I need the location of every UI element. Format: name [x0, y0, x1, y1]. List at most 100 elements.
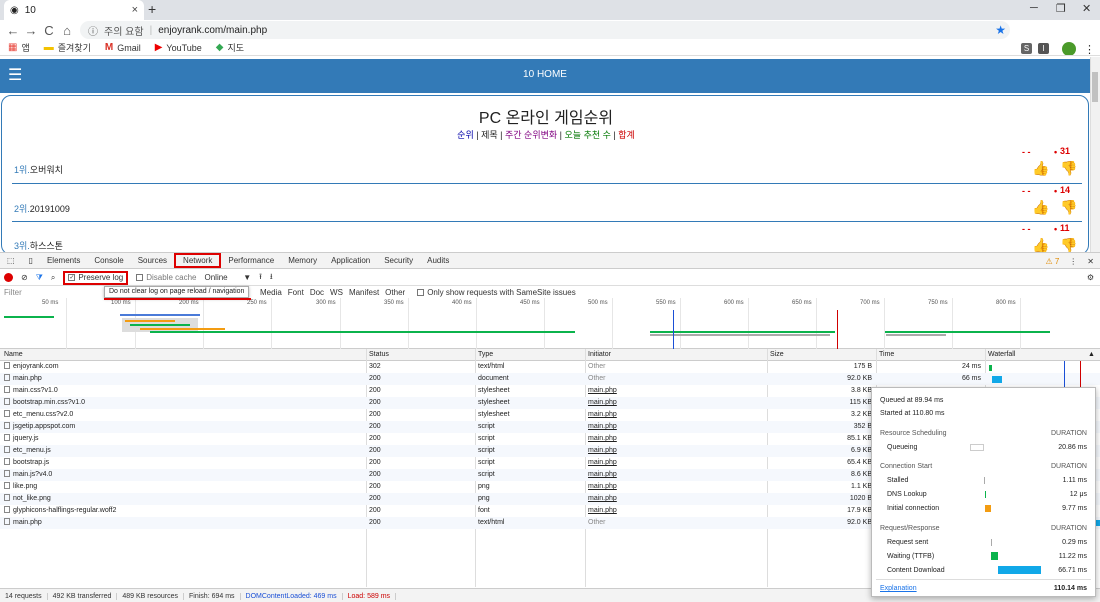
load-time: Load: 589 ms — [343, 592, 397, 600]
column-name[interactable]: Name — [4, 351, 23, 358]
sort-today-link[interactable]: 오늘 추천 수 — [565, 130, 611, 140]
column-size[interactable]: Size — [770, 351, 784, 358]
import-har-icon[interactable]: ⭱ — [259, 271, 262, 285]
throttling-select[interactable]: Online ▼ — [205, 273, 252, 282]
network-settings-icon[interactable]: ⚙ — [1087, 273, 1094, 282]
list-item[interactable]: 3위.하스스톤 — [14, 239, 63, 252]
filter-icon[interactable]: ⧩ — [36, 273, 43, 283]
sort-title-link[interactable]: 제목 — [481, 130, 498, 140]
overview-bar — [130, 324, 190, 326]
filter-type-ws[interactable]: WS — [330, 288, 343, 297]
column-status[interactable]: Status — [369, 351, 389, 358]
request-initiator[interactable]: main.php — [588, 421, 758, 433]
preserve-log-checkbox[interactable]: ✓ Preserve log — [63, 270, 129, 285]
request-initiator[interactable]: main.php — [588, 481, 758, 493]
tab-console[interactable]: Console — [87, 253, 130, 269]
thumbs-down-icon[interactable]: 👎 — [1060, 160, 1078, 176]
folder-icon: ▬ — [43, 42, 54, 53]
back-button[interactable]: ← — [4, 23, 22, 38]
thumbs-down-icon[interactable]: 👎 — [1060, 237, 1078, 252]
request-initiator[interactable]: main.php — [588, 397, 758, 409]
sort-total-link[interactable]: 합계 — [618, 130, 635, 140]
column-time[interactable]: Time — [879, 351, 894, 358]
list-item[interactable]: 2위.20191009 — [14, 202, 70, 215]
file-icon — [4, 410, 10, 417]
tab-sources[interactable]: Sources — [131, 253, 174, 269]
bookmark-star-icon[interactable]: ★ — [995, 23, 1006, 37]
timing-bar — [991, 539, 992, 546]
request-status: 200 — [369, 387, 381, 394]
device-toolbar-icon[interactable]: ▯ — [22, 253, 40, 269]
list-item[interactable]: 1위.오버워치 — [14, 163, 63, 176]
request-initiator[interactable]: main.php — [588, 445, 758, 457]
export-har-icon[interactable]: ⭳ — [270, 271, 273, 285]
request-initiator[interactable]: main.php — [588, 457, 758, 469]
warning-badge[interactable]: ⚠ 7 — [1045, 257, 1059, 266]
network-overview-timeline[interactable]: 50 ms 100 ms 200 ms 250 ms 300 ms 350 ms 400 m… — [0, 298, 1100, 349]
request-initiator[interactable]: main.php — [588, 505, 758, 517]
page-scrollbar-thumb[interactable] — [1092, 72, 1098, 102]
table-row[interactable]: main.php 200 document Other 92.0 KB 66 ms — [0, 373, 1100, 385]
filter-type-doc[interactable]: Doc — [310, 288, 324, 297]
tab-security[interactable]: Security — [377, 253, 420, 269]
devtools-menu-icon[interactable]: ⋮ — [1069, 257, 1077, 266]
request-initiator[interactable]: main.php — [588, 433, 758, 445]
new-tab-button[interactable]: + — [148, 1, 156, 17]
bookmark-maps[interactable]: ◆ 지도 — [216, 41, 244, 54]
minimize-button[interactable]: ─ — [1030, 2, 1038, 14]
thumbs-up-icon[interactable]: 👍 — [1032, 160, 1050, 176]
table-row[interactable]: enjoyrank.com 302 text/html Other 175 B 24 ms — [0, 361, 1100, 373]
network-toolbar: ⊘ ⧩ ⌕ ✓ Preserve log Disable cache Online… — [0, 270, 1100, 286]
forward-button[interactable]: → — [22, 23, 40, 38]
search-icon[interactable]: ⌕ — [51, 273, 55, 283]
youtube-icon: ▶ — [154, 42, 163, 53]
close-window-button[interactable]: ✕ — [1082, 2, 1091, 15]
home-button[interactable]: ⌂ — [58, 23, 76, 38]
bookmark-apps[interactable]: ▦ 앱 — [8, 41, 30, 54]
request-status: 200 — [369, 495, 381, 502]
inspect-icon[interactable]: ⬚ — [0, 253, 22, 269]
request-initiator[interactable]: main.php — [588, 385, 758, 397]
filter-type-other[interactable]: Other — [385, 288, 405, 297]
devtools-close-icon[interactable]: ✕ — [1087, 257, 1094, 266]
browser-tab[interactable]: ◉ 10 × — [4, 0, 144, 20]
disable-cache-checkbox[interactable]: Disable cache — [136, 273, 197, 282]
request-initiator[interactable]: main.php — [588, 469, 758, 481]
sort-rank-link[interactable]: 순위 — [457, 130, 474, 140]
duration-header: DURATION — [1050, 463, 1087, 470]
address-bar[interactable]: ⓘ 주의 요함 | enjoyrank.com/main.php ★ — [80, 21, 1010, 39]
column-type[interactable]: Type — [478, 351, 493, 358]
explanation-link[interactable]: Explanation — [880, 585, 917, 592]
filter-type-font[interactable]: Font — [288, 288, 304, 297]
sort-arrow-icon[interactable]: ▲ — [1088, 351, 1095, 358]
maximize-button[interactable]: ❐ — [1056, 2, 1066, 15]
filter-type-manifest[interactable]: Manifest — [349, 288, 379, 297]
vote-change: - - — [1022, 224, 1031, 234]
request-initiator[interactable]: main.php — [588, 409, 758, 421]
filter-type-media[interactable]: Media — [260, 288, 282, 297]
thumbs-up-icon[interactable]: 👍 — [1032, 199, 1050, 215]
samesite-checkbox[interactable]: Only show requests with SameSite issues — [417, 288, 576, 297]
column-initiator[interactable]: Initiator — [588, 351, 611, 358]
reload-button[interactable]: C — [40, 23, 58, 38]
sort-weekly-link[interactable]: 주간 순위변화 — [505, 130, 557, 140]
thumbs-down-icon[interactable]: 👎 — [1060, 199, 1078, 215]
tab-close-icon[interactable]: × — [132, 4, 138, 16]
bookmark-gmail[interactable]: M Gmail — [105, 42, 141, 53]
thumbs-up-icon[interactable]: 👍 — [1032, 237, 1050, 252]
record-icon[interactable] — [4, 273, 13, 282]
site-title[interactable]: 10 HOME — [0, 69, 1090, 80]
clear-icon[interactable]: ⊘ — [21, 273, 28, 282]
request-initiator[interactable]: main.php — [588, 493, 758, 505]
info-icon[interactable]: ⓘ — [88, 23, 98, 38]
tab-application[interactable]: Application — [324, 253, 377, 269]
tab-performance[interactable]: Performance — [221, 253, 281, 269]
bookmark-youtube[interactable]: ▶ YouTube — [155, 42, 202, 53]
tab-memory[interactable]: Memory — [281, 253, 324, 269]
timing-bar — [970, 444, 984, 451]
tab-audits[interactable]: Audits — [420, 253, 456, 269]
bookmark-favorites[interactable]: ▬ 즐겨찾기 — [44, 41, 91, 54]
tab-elements[interactable]: Elements — [40, 253, 87, 269]
column-waterfall[interactable]: Waterfall — [988, 351, 1015, 358]
tab-network[interactable]: Network — [174, 253, 222, 268]
